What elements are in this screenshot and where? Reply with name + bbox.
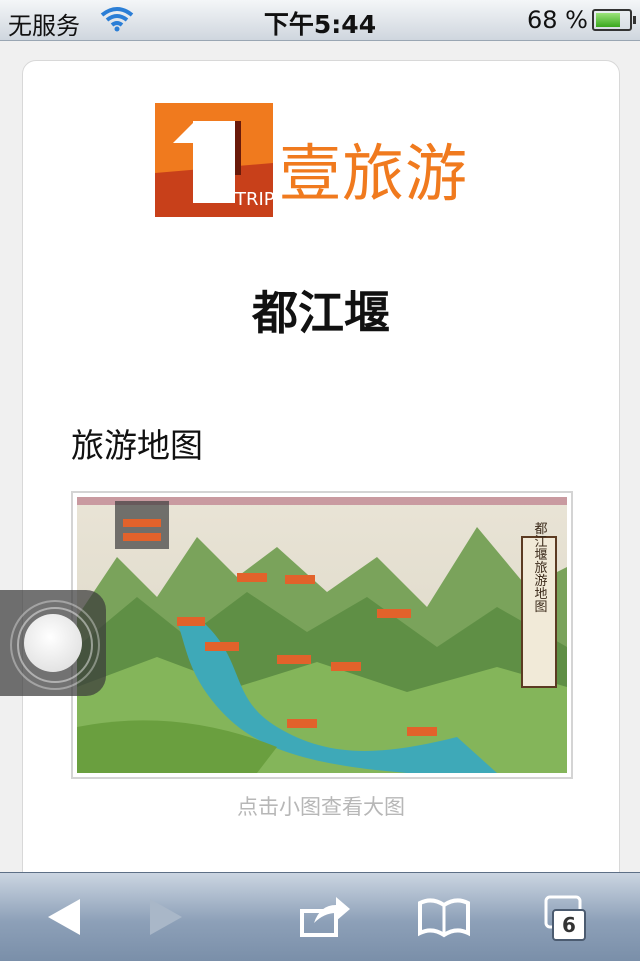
battery-icon — [592, 9, 636, 31]
back-arrow-icon — [48, 899, 80, 935]
tabs-button[interactable]: 6 — [540, 891, 600, 943]
battery-percent: 68 % — [527, 6, 588, 34]
browser-toolbar: 6 — [0, 872, 640, 961]
map-thumbnail[interactable]: 都江堰旅游地图 — [71, 491, 573, 779]
tourist-map-image: 都江堰旅游地图 — [77, 497, 567, 773]
bookmarks-button[interactable] — [414, 891, 474, 943]
logo-mark-icon: TRIP — [155, 103, 273, 217]
tabs-count: 6 — [552, 909, 586, 941]
back-button[interactable] — [34, 891, 94, 943]
logo-wordmark: 壹旅游 — [279, 137, 469, 210]
section-heading: 旅游地图 — [71, 426, 203, 465]
logo-mark-sub: TRIP — [234, 189, 273, 210]
map-caption: 点击小图查看大图 — [237, 795, 405, 819]
share-icon — [300, 897, 350, 937]
assistive-core — [24, 614, 82, 672]
web-page-content: TRIP 壹旅游 都江堰 旅游地图 都江堰旅游地图 点击小图查看大图 — [22, 60, 620, 902]
map-vertical-title: 都江堰旅游地图 — [532, 522, 548, 613]
book-icon — [418, 898, 470, 938]
share-button[interactable] — [294, 891, 354, 943]
page-title: 都江堰 — [252, 286, 390, 340]
assistive-touch-button[interactable] — [0, 590, 106, 696]
site-logo[interactable]: TRIP 壹旅游 — [155, 103, 495, 219]
forward-arrow-icon — [150, 899, 182, 935]
forward-button[interactable] — [136, 891, 196, 943]
status-bar: 无服务 下午5:44 68 % — [0, 0, 640, 41]
